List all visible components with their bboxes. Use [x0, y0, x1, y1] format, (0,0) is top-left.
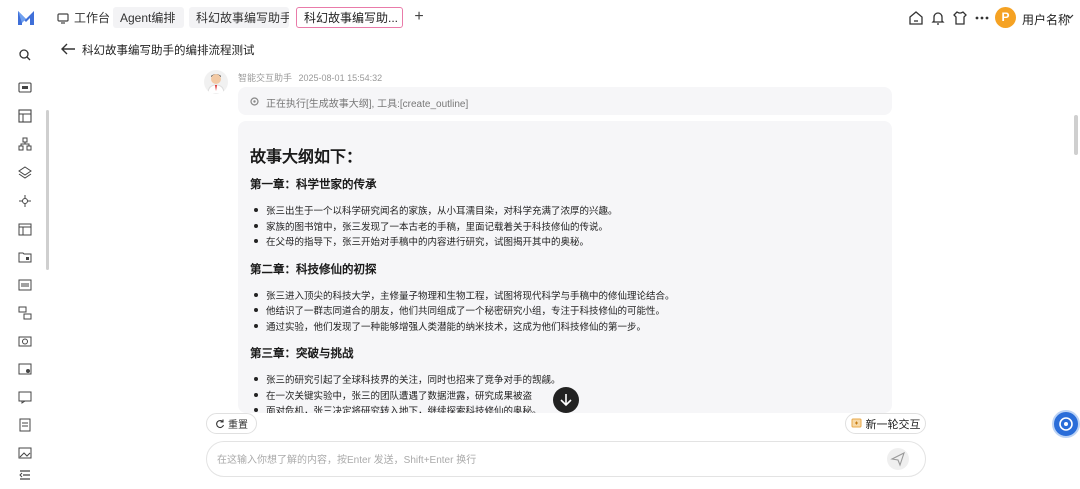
- camera-icon[interactable]: [18, 334, 32, 348]
- message-timestamp: 2025-08-01 15:54:32: [298, 73, 383, 83]
- list-item: 在一次关键实验中，张三的团队遭遇了数据泄露，研究成果被盗: [253, 388, 532, 402]
- more-icon[interactable]: [974, 10, 990, 26]
- message-icon[interactable]: [18, 390, 32, 404]
- execution-status-box: 正在执行[生成故事大纲], 工具:[create_outline]: [238, 87, 892, 115]
- top-bar: 工作台 Agent编排 科幻故事编写助手 科幻故事编写助... + P 用户名称: [0, 0, 1080, 36]
- monitor-icon: [57, 12, 69, 24]
- add-tab-button[interactable]: +: [410, 9, 428, 27]
- user-name[interactable]: 用户名称: [1022, 11, 1070, 28]
- list-item: 在父母的指导下，张三开始对手稿中的内容进行研究，试图揭开其中的奥秘。: [253, 234, 589, 248]
- list-item: 面对危机，张三决定将研究转入地下，继续探索科技修仙的奥秘。: [254, 403, 542, 413]
- loading-gear-icon: [250, 97, 259, 106]
- reset-button[interactable]: 重置: [206, 413, 257, 434]
- arrow-down-icon: [560, 394, 572, 407]
- main-scrollbar[interactable]: [1074, 115, 1078, 155]
- chart-grid-icon[interactable]: [18, 109, 32, 123]
- execution-status-text: 正在执行[生成故事大纲], 工具:[create_outline]: [266, 99, 469, 110]
- refresh-icon: [216, 419, 225, 428]
- screen-icon[interactable]: [18, 81, 32, 95]
- chapter-title: 第一章：科学世家的传承: [250, 179, 377, 191]
- message-meta: 智能交互助手 2025-08-01 15:54:32: [238, 71, 386, 84]
- layers-icon[interactable]: [18, 166, 32, 180]
- chat-input[interactable]: [217, 451, 857, 469]
- shirt-icon[interactable]: [952, 10, 968, 26]
- scroll-to-bottom-button[interactable]: [553, 387, 579, 413]
- assistant-avatar-icon: [207, 74, 225, 94]
- tab-scifi-assistant[interactable]: 科幻故事编写助手: [189, 7, 289, 28]
- app-logo-icon[interactable]: [17, 9, 35, 27]
- chapter-title: 第三章：突破与挑战: [250, 348, 354, 360]
- content-title: 故事大纲如下：: [250, 149, 363, 166]
- tab-scifi-assistant-active[interactable]: 科幻故事编写助...: [296, 7, 403, 28]
- floating-assistant-button[interactable]: [1052, 410, 1080, 438]
- left-sidebar: [0, 36, 50, 489]
- tab-label: Agent编排: [120, 11, 176, 25]
- search-icon[interactable]: [18, 48, 32, 62]
- tab-label: 工作台: [74, 11, 111, 25]
- tab-workbench[interactable]: 工作台: [51, 7, 116, 28]
- sender-name: 智能交互助手: [238, 73, 293, 83]
- collapse-menu-icon[interactable]: [18, 468, 32, 482]
- new-round-button[interactable]: 新一轮交互: [845, 413, 926, 434]
- reset-label: 重置: [228, 420, 248, 431]
- chapter-title: 第二章：科技修仙的初探: [250, 264, 377, 276]
- back-arrow-icon[interactable]: [60, 42, 76, 56]
- stack-icon[interactable]: [18, 306, 32, 320]
- network-icon[interactable]: [18, 137, 32, 151]
- chat-input-box: [206, 441, 926, 477]
- send-icon: [890, 451, 905, 467]
- tab-label: 科幻故事编写助手: [196, 11, 289, 25]
- bell-icon[interactable]: [930, 10, 946, 26]
- list-item: 通过实验，他们发现了一种能够增强人类潜能的纳米技术，这成为他们科技修仙的第一步。: [253, 319, 646, 333]
- home-icon[interactable]: [908, 10, 924, 26]
- settings-flow-icon[interactable]: [18, 194, 32, 208]
- barcode-icon[interactable]: [18, 278, 32, 292]
- send-button[interactable]: [887, 448, 909, 470]
- list-item: 张三出生于一个以科学研究闻名的家族，从小耳濡目染，对科学充满了浓厚的兴趣。: [254, 203, 618, 217]
- page-title: 科幻故事编写助手的编排流程测试: [82, 45, 255, 57]
- new-round-label: 新一轮交互: [865, 418, 921, 431]
- tab-agent-orchestration[interactable]: Agent编排: [113, 7, 184, 28]
- assistant-bubble-icon: [1059, 417, 1073, 431]
- gallery-icon[interactable]: [18, 446, 32, 460]
- image-icon[interactable]: [18, 362, 32, 376]
- chevron-down-icon[interactable]: [1066, 14, 1074, 20]
- list-item: 家族的图书馆中，张三发现了一本古老的手稿，里面记载着关于科技修仙的传说。: [253, 219, 608, 233]
- chat-plus-icon: [851, 418, 861, 428]
- message-content: 故事大纲如下： 第一章：科学世家的传承 张三出生于一个以科学研究闻名的家族，从小…: [238, 121, 892, 413]
- document-icon[interactable]: [18, 418, 32, 432]
- list-item: 他结识了一群志同道合的朋友，他们共同组成了一个秘密研究小组，专注于科技修仙的可能…: [253, 303, 665, 317]
- list-item: 张三进入顶尖的科技大学，主修量子物理和生物工程，试图将现代科学与手稿中的修仙理论…: [254, 288, 675, 302]
- assistant-avatar: [204, 70, 228, 94]
- folder-icon[interactable]: [18, 250, 32, 264]
- list-item: 张三的研究引起了全球科技界的关注，同时也招来了竞争对手的觊觎。: [254, 372, 561, 386]
- user-avatar[interactable]: P: [995, 7, 1016, 28]
- calendar-icon[interactable]: [18, 222, 32, 236]
- tab-label: 科幻故事编写助...: [304, 11, 399, 25]
- sidebar-scrollbar[interactable]: [46, 110, 49, 270]
